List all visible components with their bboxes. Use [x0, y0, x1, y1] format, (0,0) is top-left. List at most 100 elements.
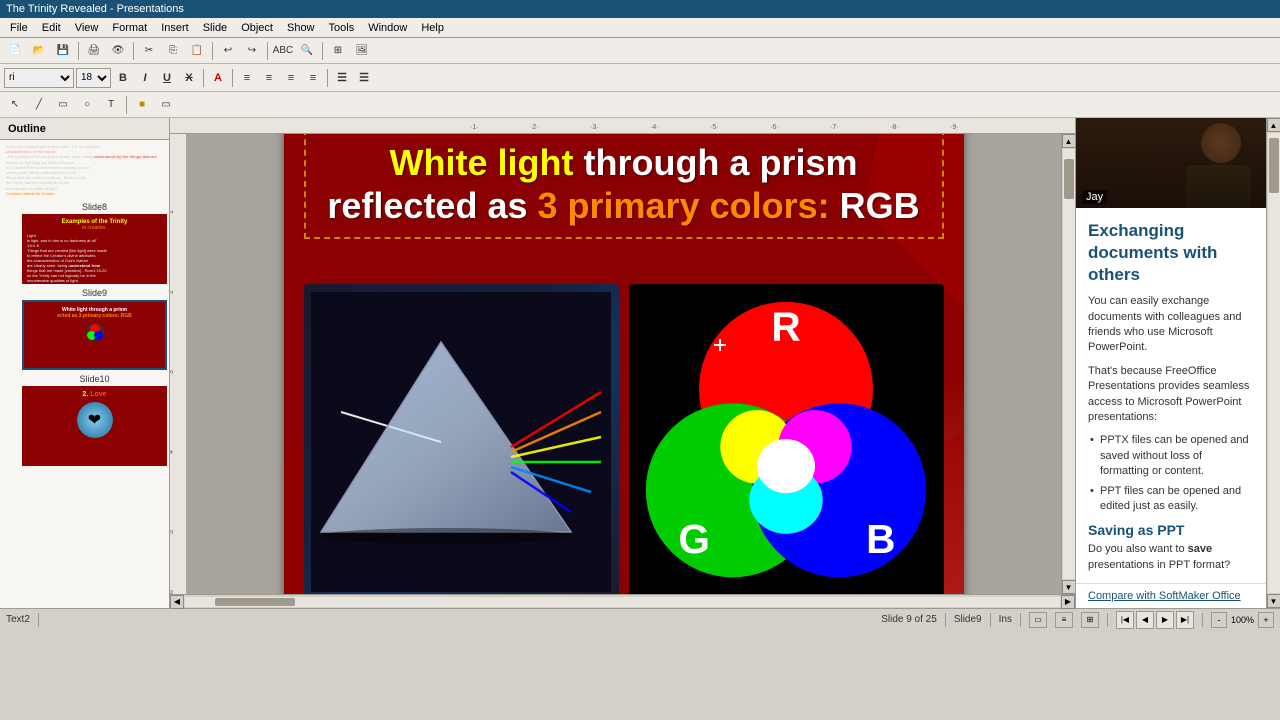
slide-title-box[interactable]: White light through a prism reflected as… [304, 134, 944, 239]
sep5 [322, 42, 323, 60]
undo-btn[interactable]: ↩ [217, 40, 239, 62]
font-color-btn[interactable]: A [208, 68, 228, 88]
scroll-left-btn[interactable]: ◀ [170, 595, 184, 609]
spell-btn[interactable]: ABC [272, 40, 294, 62]
menu-show[interactable]: Show [281, 21, 321, 35]
menu-view[interactable]: View [69, 21, 105, 35]
right-panel-scrollbar[interactable]: ▲ ▼ [1266, 118, 1280, 608]
preview-btn[interactable]: 👁 [107, 40, 129, 62]
bullet-2: PPT files can be opened and edited just … [1088, 484, 1254, 515]
scroll-up-btn[interactable]: ▲ [1062, 134, 1076, 148]
menubar: File Edit View Format Insert Slide Objec… [0, 18, 1280, 38]
menu-edit[interactable]: Edit [36, 21, 67, 35]
creation-link[interactable]: Creation reflects its Creator. [6, 191, 163, 196]
scrollbar-thumb[interactable] [1064, 159, 1074, 199]
h-scrollbar-thumb[interactable] [215, 598, 295, 606]
slide-text-content: is God he created and reveals them. For … [6, 144, 163, 196]
slide-item-8[interactable]: Slide8 Examples of the Trinity in creati… [2, 202, 167, 284]
menu-window[interactable]: Window [362, 21, 413, 35]
nav-prev-btn[interactable]: ◀ [1136, 611, 1154, 629]
statusbar: Text2 Slide 9 of 25 Slide9 Ins ▭ ≡ ⊞ |◀ … [0, 608, 1280, 630]
zoom-in-btn[interactable]: + [1258, 612, 1274, 628]
text-btn[interactable]: T [100, 94, 122, 116]
slide-canvas[interactable]: White light through a prism reflected as… [186, 134, 1061, 594]
nav-last-btn[interactable]: ▶| [1176, 611, 1194, 629]
print-btn[interactable]: 🖨 [83, 40, 105, 62]
align-left-btn[interactable]: ≡ [237, 68, 257, 88]
nav-next-btn[interactable]: ▶ [1156, 611, 1174, 629]
person-silhouette [1186, 123, 1256, 203]
save-btn[interactable]: 💾 [52, 40, 74, 62]
slide-thumb-9[interactable]: White light through a prism ected as 3 p… [22, 300, 167, 370]
webcam-video: Jay [1076, 118, 1266, 208]
menu-help[interactable]: Help [415, 21, 450, 35]
fill-color-btn[interactable]: ■ [131, 94, 153, 116]
right-subheading2: Saving as PPT [1088, 522, 1254, 538]
scroll-right-btn[interactable]: ▶ [1061, 595, 1075, 609]
standard-toolbar: 📄 📂 💾 🖨 👁 ✂ ⎘ 📋 ↩ ↪ ABC 🔍 ⊞ 🖼 [0, 38, 1280, 64]
paste-btn[interactable]: 📋 [186, 40, 208, 62]
slide-item-10[interactable]: Slide10 2. Love ❤ [2, 374, 167, 466]
insert-img-btn[interactable]: 🖼 [351, 40, 373, 62]
right-scroll-up[interactable]: ▲ [1267, 118, 1280, 132]
view-slide-btn[interactable]: ⊞ [1081, 612, 1099, 628]
align-right-btn[interactable]: ≡ [281, 68, 301, 88]
slide-thumb-8[interactable]: Examples of the Trinity in creation. Lig… [22, 214, 167, 284]
line-color-btn[interactable]: ▭ [155, 94, 177, 116]
line-btn[interactable]: ╱ [28, 94, 50, 116]
select-btn[interactable]: ↖ [4, 94, 26, 116]
zoom-out-btn[interactable]: - [1211, 612, 1227, 628]
panel-tab[interactable]: Outline [0, 118, 169, 140]
numbering-btn[interactable]: ☰ [354, 68, 374, 88]
menu-format[interactable]: Format [106, 21, 153, 35]
bullets-btn[interactable]: ☰ [332, 68, 352, 88]
slide-num-10 [2, 374, 22, 466]
strikethrough-btn[interactable]: X [179, 68, 199, 88]
slide-num-9 [2, 288, 22, 370]
redo-btn[interactable]: ↪ [241, 40, 263, 62]
nav-first-btn[interactable]: |◀ [1116, 611, 1134, 629]
svg-text:·5·: ·5· [710, 124, 719, 131]
slide-thumb-10[interactable]: 2. Love ❤ [22, 386, 167, 466]
format-toolbar: ri 18 B I U X A ≡ ≡ ≡ ≡ ☰ ☰ [0, 64, 1280, 92]
cut-btn[interactable]: ✂ [138, 40, 160, 62]
justify-btn[interactable]: ≡ [303, 68, 323, 88]
view-normal-btn[interactable]: ▭ [1029, 612, 1047, 628]
menu-slide[interactable]: Slide [197, 21, 233, 35]
font-size-selector[interactable]: 18 [76, 68, 111, 88]
titlebar: The Trinity Revealed - Presentations [0, 0, 1280, 18]
open-btn[interactable]: 📂 [28, 40, 50, 62]
vertical-scrollbar[interactable]: ▲ ▼ [1061, 134, 1075, 594]
italic-btn[interactable]: I [135, 68, 155, 88]
bold-btn[interactable]: B [113, 68, 133, 88]
svg-text:·1·: ·1· [470, 124, 479, 131]
view-outline-btn[interactable]: ≡ [1055, 612, 1073, 628]
insert-table-btn[interactable]: ⊞ [327, 40, 349, 62]
rect-btn[interactable]: ▭ [52, 94, 74, 116]
left-panel: Outline is God he created and reveals th… [0, 118, 170, 608]
font-selector[interactable]: ri [4, 68, 74, 88]
svg-text:3: 3 [170, 370, 175, 374]
status-sep4 [1020, 613, 1021, 627]
new-btn[interactable]: 📄 [4, 40, 26, 62]
svg-text:·8·: ·8· [890, 124, 899, 131]
menu-file[interactable]: File [4, 21, 34, 35]
slide-item-9[interactable]: Slide9 White light through a prism ected… [2, 288, 167, 370]
ellipse-btn[interactable]: ○ [76, 94, 98, 116]
title-orange-text: 3 primary colors: [538, 185, 830, 226]
copy-btn[interactable]: ⎘ [162, 40, 184, 62]
scroll-down-btn[interactable]: ▼ [1062, 580, 1076, 594]
menu-tools[interactable]: Tools [323, 21, 361, 35]
align-center-btn[interactable]: ≡ [259, 68, 279, 88]
underline-btn[interactable]: U [157, 68, 177, 88]
svg-text:2: 2 [170, 290, 175, 294]
horizontal-scrollbar[interactable]: ◀ ▶ [170, 594, 1075, 608]
menu-object[interactable]: Object [235, 21, 279, 35]
ruler-horizontal: ·1· ·2· ·3· ·4· ·5· ·6· ·7· ·8· ·9· [170, 118, 1075, 134]
right-scroll-down[interactable]: ▼ [1267, 594, 1280, 608]
find-btn[interactable]: 🔍 [296, 40, 318, 62]
menu-insert[interactable]: Insert [155, 21, 195, 35]
compare-link[interactable]: Compare with SoftMaker Office [1076, 583, 1266, 608]
prism-svg [311, 292, 611, 592]
right-scrollbar-thumb[interactable] [1269, 138, 1279, 193]
